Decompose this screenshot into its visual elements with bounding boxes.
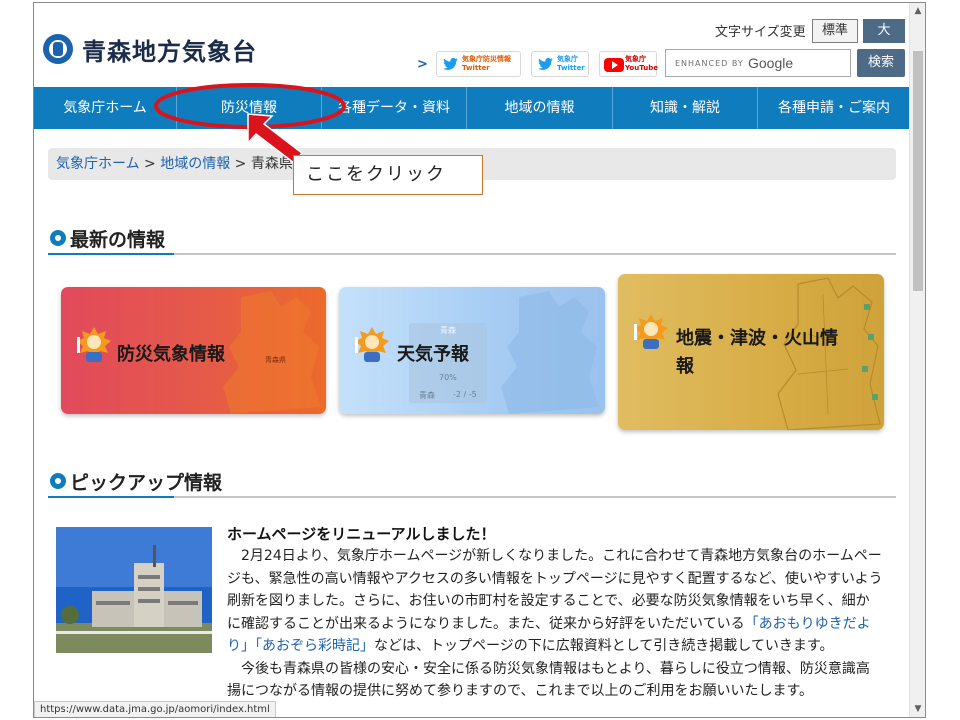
search-brand-label: ENHANCED BY: [675, 59, 744, 68]
search-input[interactable]: ENHANCED BY Google: [665, 49, 851, 77]
weather-panel-percent: 70%: [439, 373, 457, 382]
scrollbar-thumb[interactable]: [913, 51, 923, 291]
mascot-icon: [634, 314, 668, 349]
sns-line2: Twitter: [462, 64, 490, 72]
breadcrumb-region-link[interactable]: 地域の情報: [160, 156, 230, 172]
nav-item-knowledge[interactable]: 知識・解説: [613, 87, 758, 129]
youtube-jma-link[interactable]: 気象庁 YouTube: [599, 51, 658, 77]
chevron-right-icon: >: [417, 57, 428, 72]
search-button[interactable]: 検索: [857, 49, 905, 77]
link-aozora-saijiki[interactable]: 「あおぞら彩時記」: [255, 638, 374, 654]
weather-panel-title: 青森: [440, 326, 456, 335]
font-size-label: 文字サイズ変更: [715, 25, 806, 40]
pickup-article-title[interactable]: ホームページをリニューアルしました！: [227, 523, 496, 544]
google-logo: Google: [748, 55, 794, 71]
building-photo-icon: [56, 527, 212, 653]
browser-viewport: 青森地方気象台 文字サイズ変更 標準 大 > 気象庁防災情報 Twitter 気象…: [33, 2, 926, 718]
breadcrumb-current: 青森県: [250, 156, 293, 172]
twitter-bird-icon: [443, 58, 458, 70]
sns-line1: 気象庁: [625, 55, 646, 63]
nav-item-applications[interactable]: 各種申請・ご案内: [758, 87, 910, 129]
card-title: 天気予報: [397, 344, 469, 365]
weather-panel-city: 青森: [419, 391, 435, 400]
mascot-icon: [77, 327, 111, 362]
pickup-article-body: 2月24日より、気象庁ホームページが新しくなりました。これに合わせて青森地方気象…: [227, 545, 883, 703]
card-title: 防災気象情報: [117, 344, 225, 365]
aomori-map-icon: [223, 291, 321, 414]
site-title[interactable]: 青森地方気象台: [82, 32, 257, 67]
global-nav: 気象庁ホーム 防災情報 各種データ・資料 地域の情報 知識・解説 各種申請・ご案…: [34, 87, 910, 129]
sns-line1: 気象庁防災情報: [462, 55, 511, 63]
card-earthquake-tsunami-volcano[interactable]: 地震・津波・火山情 報: [618, 274, 884, 430]
pickup-paragraph-1: 2月24日より、気象庁ホームページが新しくなりました。これに合わせて青森地方気象…: [227, 545, 883, 658]
annotation-callout: ここをクリック: [293, 155, 483, 195]
sns-line1: 気象庁: [557, 55, 578, 63]
section-title: ピックアップ情報: [70, 472, 223, 494]
twitter-bird-icon: [538, 58, 553, 70]
nav-item-regional[interactable]: 地域の情報: [467, 87, 613, 129]
weather-panel-temp: -2 / -5: [453, 390, 477, 399]
youtube-icon: [604, 58, 624, 72]
pickup-text: などは、トップページの下に広報資料として引き続き掲載していきます。: [374, 638, 834, 654]
section-pickup-heading: ピックアップ情報: [48, 466, 896, 498]
mascot-icon: [355, 327, 389, 362]
section-bullet-icon: [50, 473, 66, 489]
nav-item-jma-home[interactable]: 気象庁ホーム: [34, 87, 177, 129]
twitter-disaster-link[interactable]: 気象庁防災情報 Twitter: [436, 51, 521, 77]
section-latest-heading: 最新の情報: [48, 223, 896, 255]
status-bar-url: https://www.data.jma.go.jp/aomori/index.…: [34, 701, 276, 717]
sns-line2: Twitter: [557, 64, 585, 72]
breadcrumb-home-link[interactable]: 気象庁ホーム: [56, 156, 140, 172]
pickup-paragraph-2: 今後も青森県の皆様の安心・安全に係る防災気象情報はもとより、暮らしに役立つ情報、…: [227, 660, 870, 700]
card-weather-forecast[interactable]: 青森 70% 青森 -2 / -5 天気予報: [339, 287, 605, 414]
card-disaster-weather[interactable]: 青森県 防災気象情報: [61, 287, 326, 414]
card-map-label: 青森県: [265, 356, 286, 364]
vertical-scrollbar[interactable]: ▲ ▼: [909, 3, 925, 717]
scroll-down-icon[interactable]: ▼: [910, 701, 925, 717]
pickup-photo: [56, 527, 212, 653]
nav-item-data[interactable]: 各種データ・資料: [322, 87, 467, 129]
breadcrumb-separator: >: [139, 156, 161, 172]
scroll-up-icon[interactable]: ▲: [910, 3, 925, 19]
section-title: 最新の情報: [70, 229, 166, 251]
aomori-map-icon: [777, 277, 881, 430]
nav-item-disaster-info[interactable]: 防災情報: [177, 87, 322, 129]
card-title-line1: 地震・津波・火山情: [676, 328, 838, 349]
twitter-jma-link[interactable]: 気象庁 Twitter: [531, 51, 589, 77]
breadcrumb-separator: >: [230, 156, 251, 172]
sns-line2: YouTube: [625, 64, 658, 72]
jma-logo-icon[interactable]: [43, 34, 73, 64]
aomori-map-icon: [501, 291, 599, 414]
section-bullet-icon: [50, 230, 66, 246]
card-title-line2: 報: [676, 356, 694, 377]
font-size-normal-button[interactable]: 標準: [812, 19, 858, 43]
font-size-large-button[interactable]: 大: [863, 19, 905, 43]
